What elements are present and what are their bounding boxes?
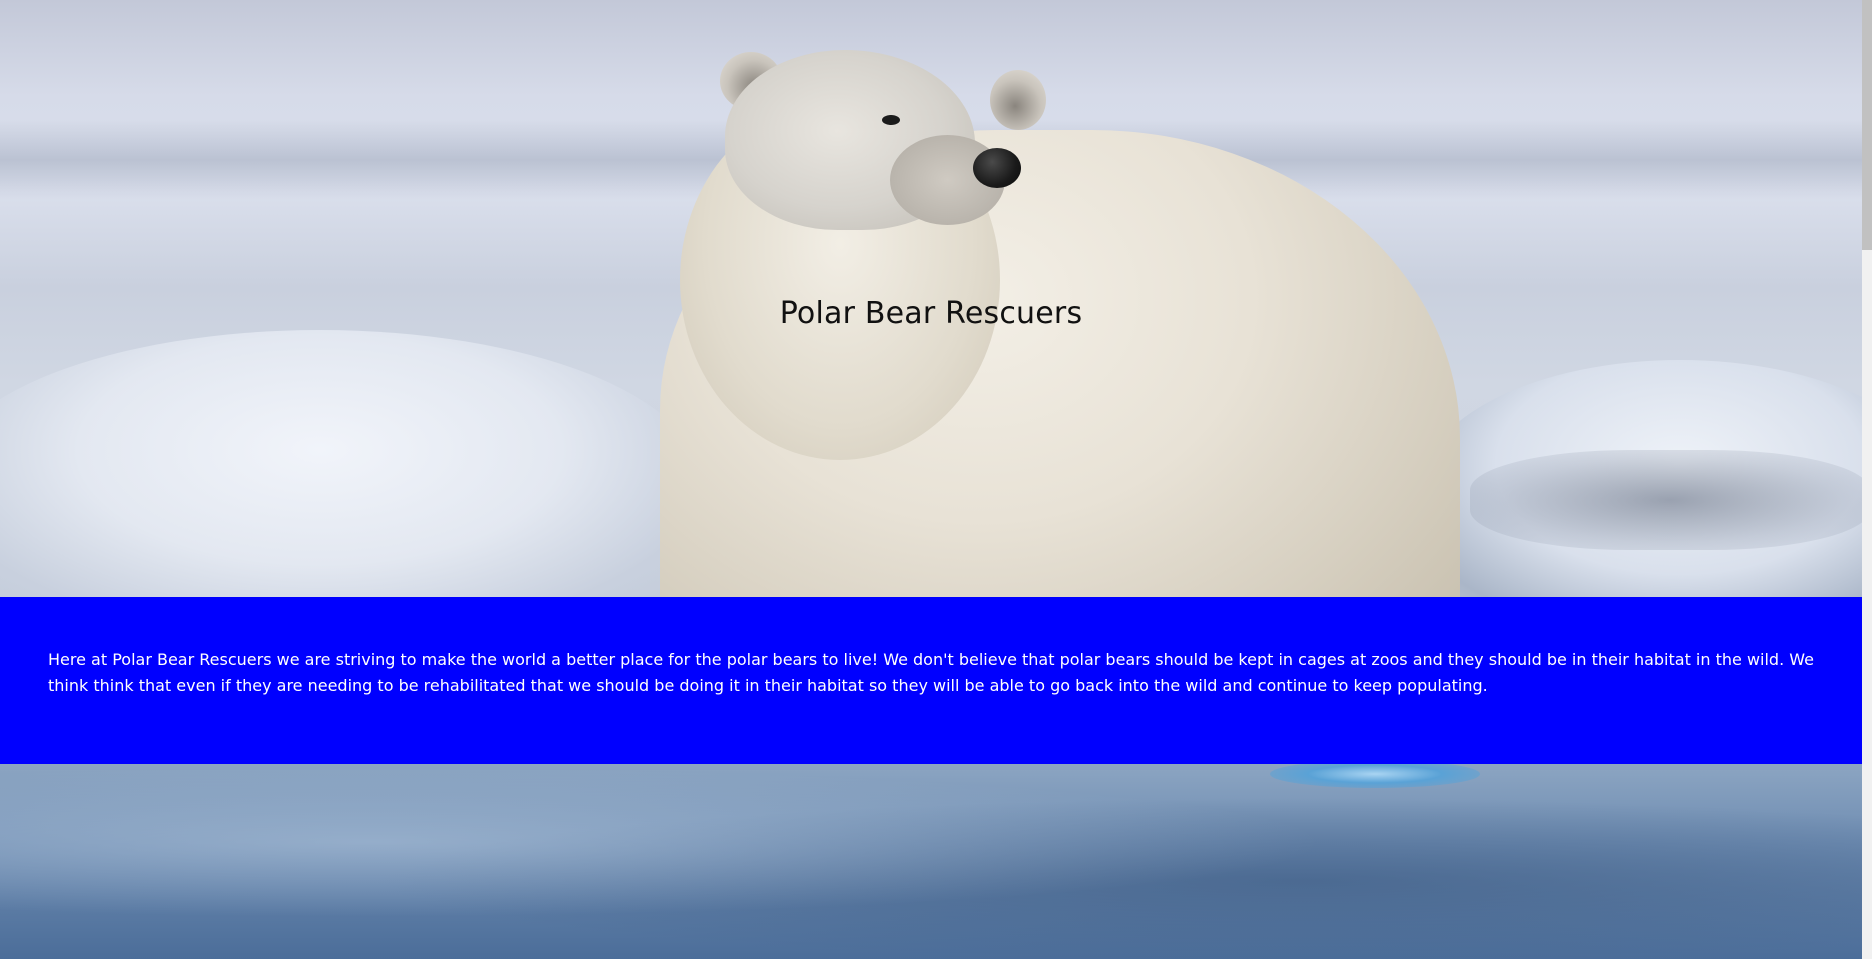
page-title: Polar Bear Rescuers — [779, 296, 1083, 331]
bear-eye — [882, 115, 900, 125]
snow-drift-left — [0, 330, 700, 630]
bear-nose — [973, 148, 1021, 188]
info-paragraph: Here at Polar Bear Rescuers we are striv… — [48, 650, 1814, 695]
vertical-scrollbar[interactable] — [1862, 0, 1872, 959]
hero-background-image — [0, 0, 1862, 959]
water — [0, 764, 1862, 959]
info-section: Here at Polar Bear Rescuers we are striv… — [0, 597, 1862, 764]
page: Polar Bear Rescuers Here at Polar Bear R… — [0, 0, 1862, 959]
browser-viewport: Polar Bear Rescuers Here at Polar Bear R… — [0, 0, 1872, 959]
water-splash — [1270, 760, 1480, 788]
rocks-right — [1470, 450, 1862, 550]
bear-ear-right — [990, 70, 1046, 130]
scrollbar-thumb[interactable] — [1862, 0, 1872, 250]
